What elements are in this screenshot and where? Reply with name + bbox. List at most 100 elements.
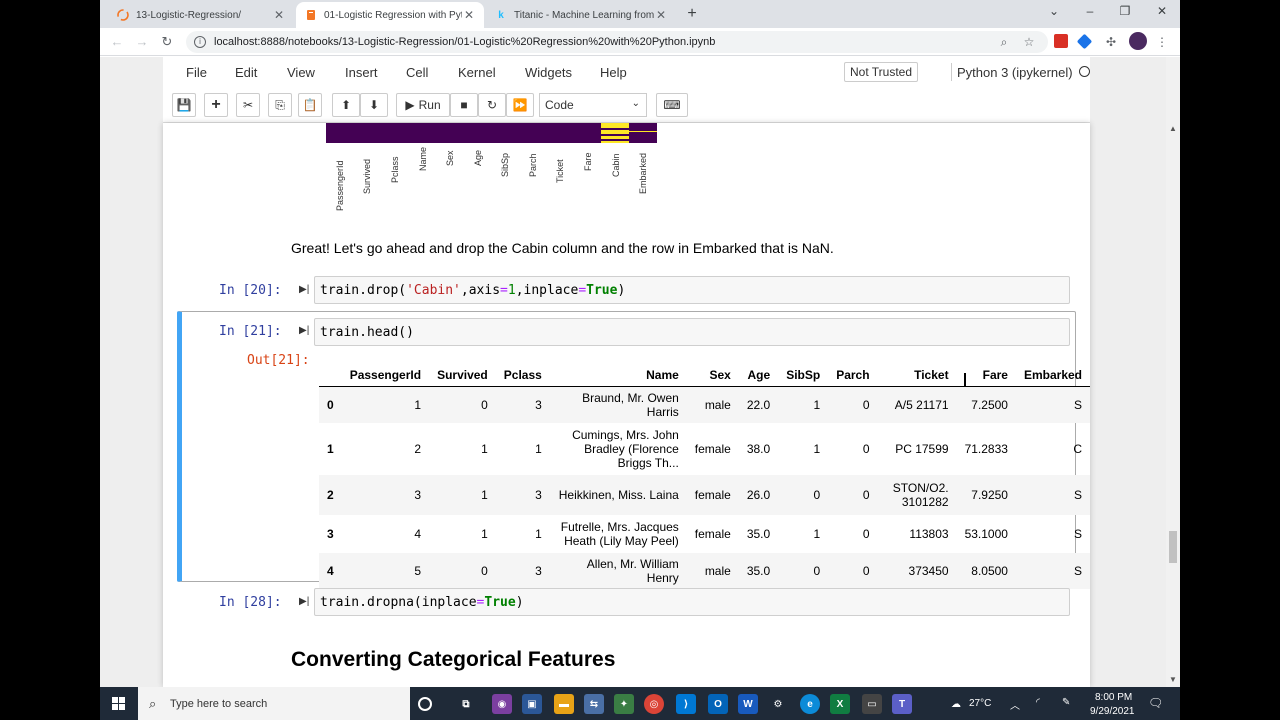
- menu-view[interactable]: View: [287, 65, 315, 80]
- notification-icon[interactable]: 🗨: [1148, 696, 1163, 710]
- table-cell: Futrelle, Mrs. Jacques Heath (Lily May P…: [560, 520, 679, 548]
- clock-date[interactable]: 9/29/2021: [1090, 706, 1135, 717]
- heatmap-missing-cabin: [601, 123, 629, 143]
- menu-insert[interactable]: Insert: [345, 65, 378, 80]
- tab-notebook[interactable]: 01-Logistic Regression with Pyth... ✕: [296, 2, 484, 28]
- taskbar-search-input[interactable]: ⌕ Type here to search: [138, 687, 410, 720]
- menu-cell[interactable]: Cell: [406, 65, 428, 80]
- run-all-button[interactable]: ⏩: [506, 93, 534, 117]
- run-button[interactable]: ▶ Run: [396, 93, 450, 117]
- table-cell: 0: [778, 475, 829, 515]
- app-icon[interactable]: ▣: [522, 694, 542, 714]
- save-button[interactable]: 💾: [172, 93, 196, 117]
- minimize-button[interactable]: –: [1080, 4, 1100, 18]
- forward-arrow-icon[interactable]: →: [133, 33, 151, 51]
- code-cell-20[interactable]: train.drop('Cabin',axis=1,inplace=True): [314, 276, 1070, 304]
- tab-directory[interactable]: 13-Logistic-Regression/ ✕: [108, 2, 294, 28]
- section-heading: Converting Categorical Features: [291, 648, 616, 671]
- heatmap-axis-label: PassengerId: [334, 160, 345, 211]
- bookmark-star-icon[interactable]: ☆: [1020, 33, 1038, 51]
- scroll-up-icon[interactable]: ▲: [1169, 124, 1177, 133]
- table-cell: Allen, Mr. William Henry: [549, 553, 687, 589]
- command-palette-button[interactable]: ⌨: [656, 93, 688, 117]
- restart-button[interactable]: ↻: [478, 93, 506, 117]
- close-icon[interactable]: ✕: [462, 8, 476, 22]
- table-cell: 1: [535, 442, 542, 456]
- scroll-down-icon[interactable]: ▼: [1169, 675, 1177, 684]
- run-cell-icon[interactable]: ▶|: [299, 284, 309, 295]
- markdown-text: Great! Let's go ahead and drop the Cabin…: [291, 240, 834, 256]
- app-icon[interactable]: ▭: [862, 694, 882, 714]
- cell-type-select[interactable]: Code ⌄: [539, 93, 647, 117]
- new-tab-button[interactable]: +: [682, 4, 702, 24]
- tab-search-icon[interactable]: ⌄: [1044, 4, 1064, 18]
- puzzle-extensions-icon[interactable]: ✣: [1102, 33, 1120, 51]
- clock-time[interactable]: 8:00 PM: [1095, 692, 1132, 703]
- move-up-button[interactable]: ⬆: [332, 93, 360, 117]
- menu-file[interactable]: File: [186, 65, 207, 80]
- code-cell-28[interactable]: train.dropna(inplace=True): [314, 588, 1070, 616]
- app-icon[interactable]: ✦: [614, 694, 634, 714]
- input-prompt: In [21]:: [219, 324, 282, 339]
- vscode-icon[interactable]: ⟩: [676, 694, 696, 714]
- interrupt-button[interactable]: ■: [450, 93, 478, 117]
- close-icon[interactable]: ✕: [654, 8, 668, 22]
- menu-kernel[interactable]: Kernel: [458, 65, 496, 80]
- app-icon[interactable]: ⇆: [584, 694, 604, 714]
- settings-gear-icon[interactable]: ⚙: [768, 694, 788, 714]
- paste-icon: 📋: [302, 98, 318, 112]
- file-explorer-icon[interactable]: ▬: [554, 694, 574, 714]
- move-down-button[interactable]: ⬇: [360, 93, 388, 117]
- wifi-icon[interactable]: ◜: [1036, 697, 1040, 708]
- paste-button[interactable]: 📋: [298, 93, 322, 117]
- menu-edit[interactable]: Edit: [235, 65, 257, 80]
- menu-widgets[interactable]: Widgets: [525, 65, 572, 80]
- table-cell: 0: [828, 475, 878, 515]
- code-cell-21[interactable]: train.head(): [314, 318, 1070, 346]
- teams-icon[interactable]: T: [892, 694, 912, 714]
- scroll-thumb[interactable]: [1169, 531, 1177, 563]
- zoom-icon[interactable]: ⌕: [995, 33, 1013, 51]
- restore-button[interactable]: ❐: [1115, 4, 1135, 18]
- info-icon[interactable]: i: [194, 36, 206, 48]
- cortana-icon[interactable]: [418, 697, 432, 711]
- run-cell-icon[interactable]: ▶|: [299, 596, 309, 607]
- extension-icon[interactable]: [1076, 33, 1093, 50]
- table-header-row: PassengerId Survived Pclass Name Sex Age…: [319, 364, 1090, 387]
- copy-button[interactable]: ⎘: [268, 93, 292, 117]
- chevron-up-icon[interactable]: ︿: [1010, 697, 1020, 712]
- task-view-icon[interactable]: ⧉: [456, 694, 476, 714]
- window-close-button[interactable]: ✕: [1152, 4, 1172, 18]
- insert-cell-button[interactable]: +: [204, 93, 228, 117]
- close-icon[interactable]: ✕: [272, 8, 286, 22]
- tab-title: 13-Logistic-Regression/: [136, 9, 242, 21]
- chrome-icon[interactable]: ◎: [644, 694, 664, 714]
- cut-button[interactable]: ✂: [236, 93, 260, 117]
- app-icon[interactable]: ◉: [492, 694, 512, 714]
- kebab-menu-icon[interactable]: ⋮: [1153, 33, 1171, 51]
- menu-help[interactable]: Help: [600, 65, 627, 80]
- kernel-idle-indicator-icon: [1079, 66, 1090, 77]
- page-scrollbar[interactable]: ▲ ▼: [1166, 57, 1180, 687]
- extension-icon[interactable]: [1054, 34, 1068, 48]
- address-bar[interactable]: i localhost:8888/notebooks/13-Logistic-R…: [186, 31, 1048, 53]
- reload-icon[interactable]: ↻: [158, 33, 176, 51]
- weather-temp[interactable]: 27°C: [969, 698, 991, 709]
- trust-status-button[interactable]: Not Trusted: [844, 62, 919, 82]
- input-prompt: In [28]:: [219, 595, 282, 610]
- outlook-icon[interactable]: O: [708, 694, 728, 714]
- url-text: localhost:8888/notebooks/13-Logistic-Reg…: [214, 36, 716, 48]
- windows-start-icon[interactable]: [112, 697, 126, 711]
- menu-bar: File Edit View Insert Cell Kernel Widget…: [163, 57, 1090, 87]
- avatar[interactable]: [1129, 32, 1147, 50]
- excel-icon[interactable]: X: [830, 694, 850, 714]
- column-header: SibSp: [778, 364, 829, 387]
- tab-kaggle[interactable]: k Titanic - Machine Learning from ... ✕: [486, 2, 676, 28]
- heatmap-axis-label: Pclass: [389, 156, 400, 183]
- heatmap-line: [601, 128, 629, 130]
- back-arrow-icon[interactable]: ←: [108, 33, 126, 51]
- pen-icon[interactable]: ✎: [1062, 697, 1070, 708]
- edge-icon[interactable]: e: [800, 694, 820, 714]
- run-cell-icon[interactable]: ▶|: [299, 325, 309, 336]
- word-icon[interactable]: W: [738, 694, 758, 714]
